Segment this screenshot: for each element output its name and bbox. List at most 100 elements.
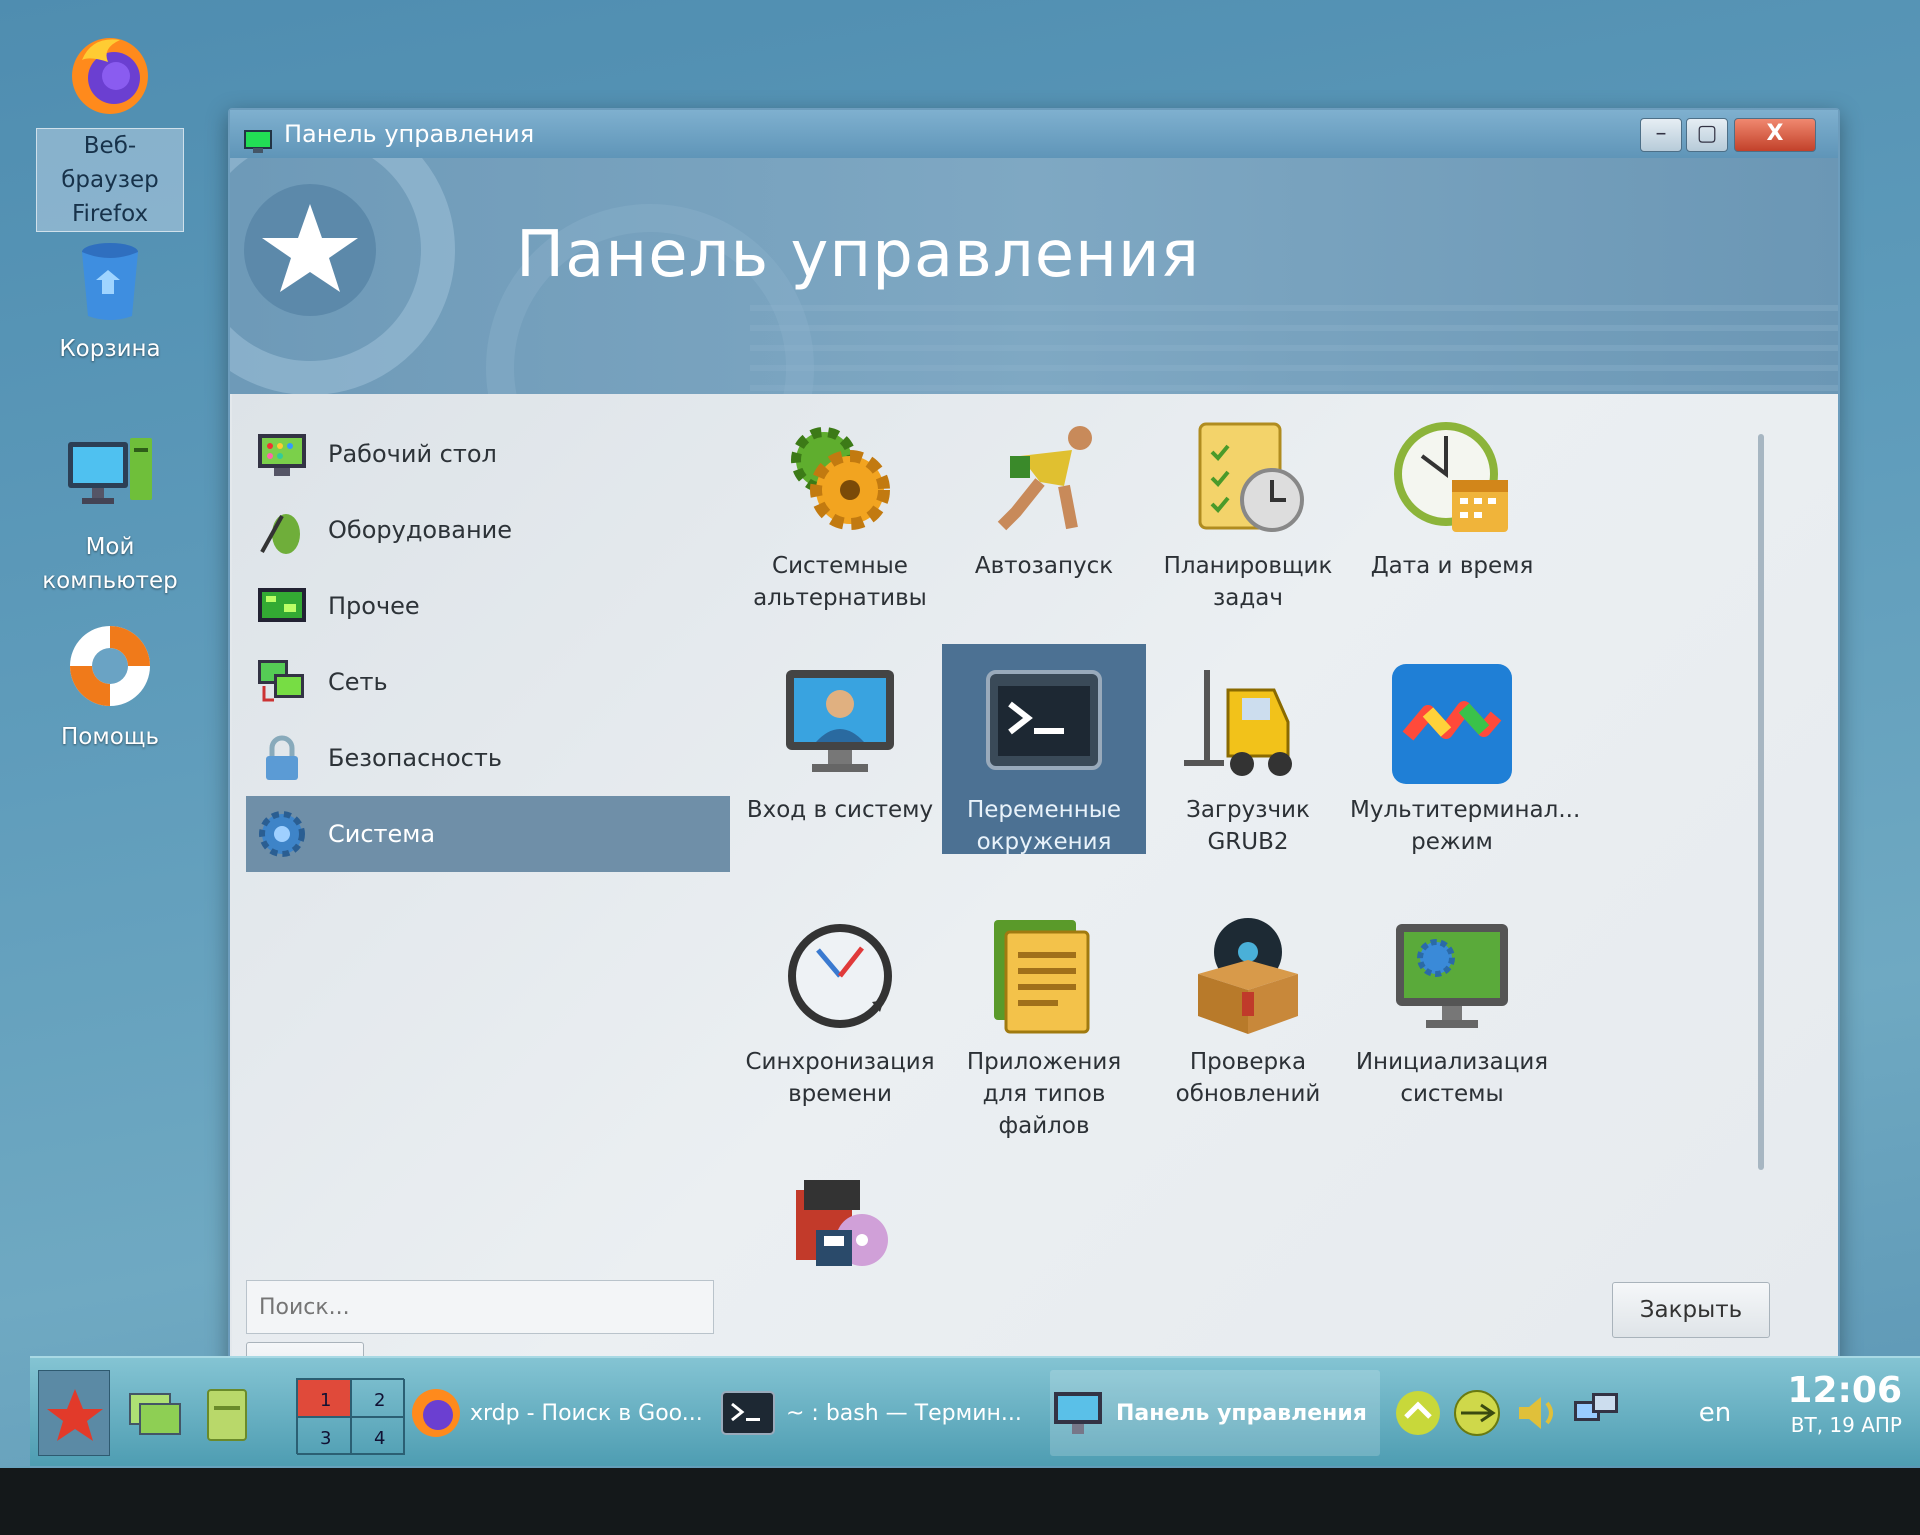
sidebar-item-label: Система xyxy=(328,820,436,848)
grid-scrollbar[interactable] xyxy=(1758,434,1764,1170)
applet-autostart[interactable]: Автозапуск xyxy=(942,416,1146,582)
other-settings-icon xyxy=(256,580,308,632)
desktop-icon-firefox[interactable]: Веб-браузер Firefox xyxy=(36,26,184,232)
search-input[interactable] xyxy=(246,1280,714,1334)
terminal-icon xyxy=(721,1391,775,1435)
file-manager-button[interactable] xyxy=(202,1370,252,1456)
minimize-button[interactable]: – xyxy=(1640,118,1682,152)
show-desktop-button[interactable] xyxy=(126,1370,186,1456)
sidebar-item-label: Оборудование xyxy=(328,516,512,544)
terminal-icon xyxy=(980,660,1108,788)
desktop-icon-label: Корзина xyxy=(59,336,161,362)
task-firefox[interactable]: xrdp - Поиск в Goo... xyxy=(408,1370,708,1456)
sidebar-item-hardware[interactable]: Оборудование xyxy=(246,492,730,568)
desktop-icon-my-computer[interactable]: Мой компьютер xyxy=(36,428,184,598)
sidebar-item-network[interactable]: Сеть xyxy=(246,644,730,720)
applet-partially-visible[interactable] xyxy=(738,1160,942,1294)
header-banner: Панель управления xyxy=(230,158,1838,394)
applet-task-scheduler[interactable]: Планировщик задач xyxy=(1146,416,1350,614)
banner-title: Панель управления xyxy=(516,218,1201,292)
workspace-2[interactable]: 2 xyxy=(351,1379,405,1417)
category-sidebar: Рабочий стол Оборудование Прочее Сеть Бе… xyxy=(246,416,730,872)
applet-label: Приложения для типов файлов xyxy=(966,1049,1122,1139)
applet-time-sync[interactable]: Синхронизация времени xyxy=(738,912,942,1110)
gear-icon xyxy=(256,808,308,860)
hardware-icon xyxy=(256,504,308,556)
applet-environment-variables[interactable]: Переменные окружения xyxy=(942,644,1146,855)
window-titlebar[interactable]: Панель управления – ▢ X xyxy=(230,110,1838,158)
applet-label: Загрузчик GRUB2 xyxy=(1186,797,1310,855)
workspace-4[interactable]: 4 xyxy=(351,1417,405,1455)
desktop-icon-label: Помощь xyxy=(60,724,159,750)
lock-icon xyxy=(256,732,308,784)
desktop-icon-help[interactable]: Помощь xyxy=(36,618,184,754)
applet-grid: Системные альтернативы Автозапуск Планир… xyxy=(738,416,1758,1356)
sidebar-item-security[interactable]: Безопасность xyxy=(246,720,730,796)
window-title: Панель управления xyxy=(284,120,535,148)
scheduler-icon xyxy=(1184,416,1312,544)
package-disc-icon xyxy=(1184,912,1312,1040)
close-button[interactable]: Закрыть xyxy=(1612,1282,1770,1338)
window-content: Рабочий стол Оборудование Прочее Сеть Бе… xyxy=(232,394,1838,1398)
firefox-icon xyxy=(62,26,158,122)
volume-icon[interactable] xyxy=(1511,1387,1563,1439)
applet-file-type-apps[interactable]: Приложения для типов файлов xyxy=(942,912,1146,1142)
sidebar-item-label: Сеть xyxy=(328,668,388,696)
firefox-icon xyxy=(412,1389,460,1437)
applet-label: Планировщик задач xyxy=(1163,553,1333,611)
sidebar-item-desktop[interactable]: Рабочий стол xyxy=(246,416,730,492)
network-icon xyxy=(256,656,308,708)
trash-icon xyxy=(62,230,158,326)
monitor-gear-icon xyxy=(1388,912,1516,1040)
usb-icon[interactable] xyxy=(1451,1387,1503,1439)
runner-icon xyxy=(980,416,1108,544)
task-label: Панель управления xyxy=(1116,1400,1367,1426)
task-label: xrdp - Поиск в Goo... xyxy=(470,1400,703,1426)
chevron-up-icon[interactable] xyxy=(1392,1387,1444,1439)
sidebar-item-other[interactable]: Прочее xyxy=(246,568,730,644)
control-panel-small-icon xyxy=(244,122,272,153)
folder-icon xyxy=(207,1389,247,1441)
applet-label: Автозапуск xyxy=(974,553,1114,579)
applet-multiterminal-mode[interactable]: Мультитерминал... режим xyxy=(1350,660,1580,858)
task-control-panel[interactable]: Панель управления xyxy=(1050,1370,1380,1456)
clock-calendar-icon xyxy=(1388,416,1516,544)
close-window-button[interactable]: X xyxy=(1734,118,1816,152)
start-button[interactable] xyxy=(38,1370,110,1456)
control-panel-icon xyxy=(1054,1392,1102,1434)
lifebuoy-icon xyxy=(62,618,158,714)
desktop-icon-trash[interactable]: Корзина xyxy=(36,230,184,366)
workspace-1[interactable]: 1 xyxy=(297,1379,351,1417)
applet-system-alternatives[interactable]: Системные альтернативы xyxy=(738,416,942,614)
applet-date-time[interactable]: Дата и время xyxy=(1350,416,1554,582)
desktop-icon-label: Веб-браузер Firefox xyxy=(36,128,184,232)
clock[interactable]: 12:06 ВТ, 19 АПР xyxy=(1787,1370,1902,1438)
workspace-pager[interactable]: 1 2 3 4 xyxy=(296,1378,405,1455)
control-panel-window: Панель управления – ▢ X Панель управлени… xyxy=(228,108,1840,1398)
sidebar-item-system[interactable]: Система xyxy=(246,796,730,872)
desktop-icon-label: Мой компьютер xyxy=(42,534,178,594)
applet-login[interactable]: Вход в систему xyxy=(738,660,942,826)
workspace-3[interactable]: 3 xyxy=(297,1417,351,1455)
windows-icon xyxy=(129,1393,181,1435)
user-monitor-icon xyxy=(776,660,904,788)
task-terminal[interactable]: ~ : bash — Термин... xyxy=(720,1370,1038,1456)
applet-update-check[interactable]: Проверка обновлений xyxy=(1146,912,1350,1110)
network-icon[interactable] xyxy=(1570,1387,1622,1439)
maximize-button[interactable]: ▢ xyxy=(1686,118,1728,152)
clock-date: ВТ, 19 АПР xyxy=(1790,1413,1902,1437)
keyboard-layout-indicator[interactable]: en xyxy=(1690,1370,1740,1456)
software-manager-icon xyxy=(776,1160,904,1288)
applet-label: Синхронизация времени xyxy=(745,1049,935,1107)
applet-grub2-loader[interactable]: Загрузчик GRUB2 xyxy=(1146,660,1350,858)
applet-label: Переменные окружения xyxy=(966,797,1122,855)
clock-time: 12:06 xyxy=(1787,1370,1902,1411)
applet-label: Вход в систему xyxy=(746,797,934,823)
taskbar: 1 2 3 4 xrdp - Поиск в Goo... ~ : bash —… xyxy=(30,1356,1920,1466)
applet-label: Инициализация системы xyxy=(1355,1049,1549,1107)
sidebar-item-label: Безопасность xyxy=(328,744,502,772)
applet-system-init[interactable]: Инициализация системы xyxy=(1350,912,1554,1110)
sidebar-item-label: Прочее xyxy=(328,592,420,620)
system-tray xyxy=(1392,1370,1622,1456)
gears-icon xyxy=(776,416,904,544)
